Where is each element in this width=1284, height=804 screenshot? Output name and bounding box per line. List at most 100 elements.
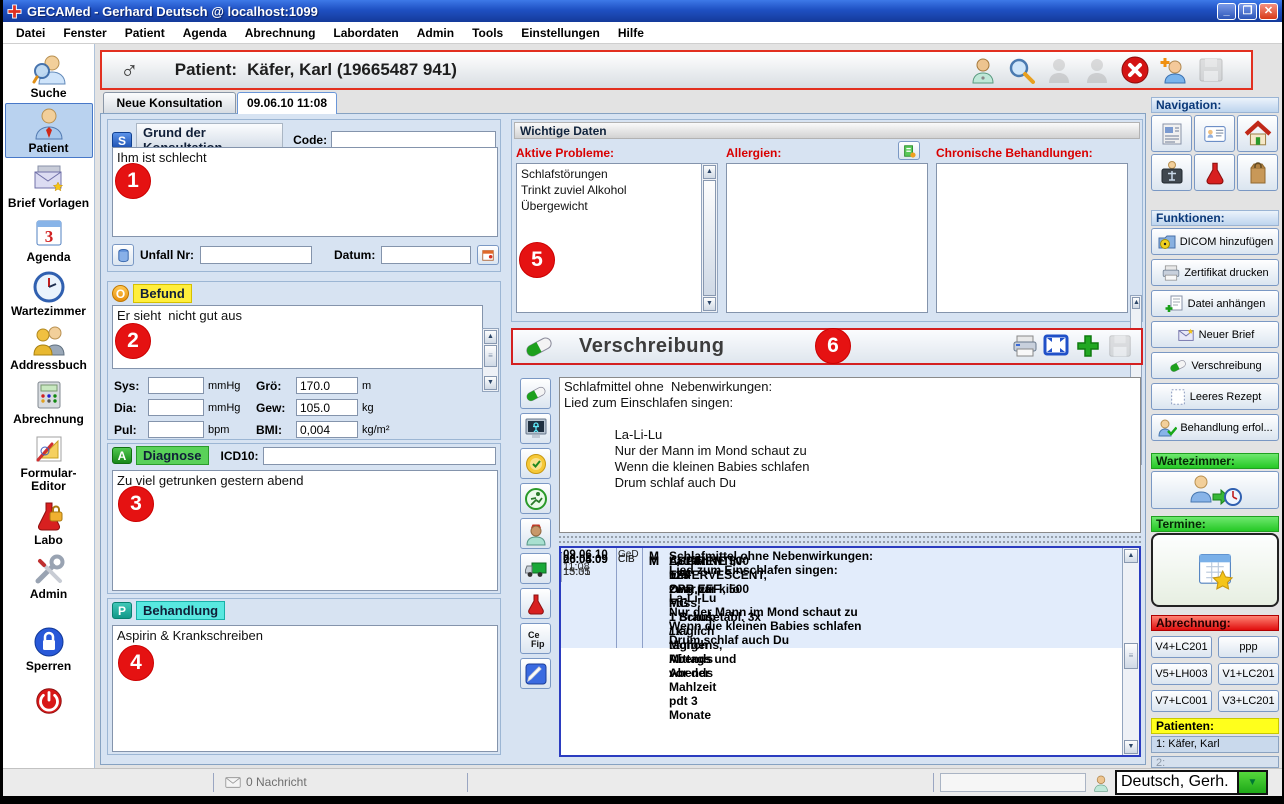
add-entry-button[interactable] [898,141,920,160]
scroll-thumb[interactable]: ≡ [1124,643,1138,669]
message-count[interactable]: 0 Nachricht [225,775,307,789]
certificate-medal-button[interactable] [520,448,551,479]
nav-pharmacy-bag-button[interactable] [1237,154,1278,191]
sidebar-item-abrechnung[interactable]: Abrechnung [5,375,93,428]
verschreibung-button[interactable]: Verschreibung [1151,352,1279,379]
befund-textarea[interactable]: Er sieht nicht gut aus [112,305,483,369]
fullscreen-button[interactable] [1043,333,1071,361]
free-text-pen-button[interactable] [520,658,551,689]
sidebar-item-suche[interactable]: Suche [5,49,93,102]
wartezimmer-button[interactable] [1151,471,1279,509]
transport-truck-button[interactable] [520,553,551,584]
nav-patient-record-button[interactable] [1194,115,1235,152]
split-divider[interactable] [559,536,1141,543]
behandlung-erfolgreich-button[interactable]: Behandlung erfol... [1151,414,1279,441]
add-prescription-button[interactable] [1075,333,1103,361]
close-button[interactable]: ✕ [1259,3,1278,20]
sidebar-item-admin[interactable]: Admin [5,550,93,603]
sidebar-item-sperren[interactable]: Sperren [5,622,93,675]
sys-input[interactable] [148,377,204,394]
sidebar-item-patient[interactable]: Patient [5,103,93,158]
menu-fenster[interactable]: Fenster [54,24,115,42]
befund-scrollbar[interactable]: ▲ ≡ ▼ [482,328,499,392]
menu-tools[interactable]: Tools [463,24,512,42]
icd10-input[interactable] [263,447,496,465]
scroll-up-icon[interactable]: ▲ [703,165,716,179]
cefip-button[interactable]: CeFip [520,623,551,654]
gewicht-input[interactable] [296,399,358,416]
menu-admin[interactable]: Admin [408,24,463,42]
print-button[interactable] [1011,333,1039,361]
scroll-thumb[interactable]: ≡ [484,345,497,367]
laboratory-flask-button[interactable] [520,588,551,619]
unfall-input[interactable] [200,246,312,264]
sidebar-item-addressbuch[interactable]: Addressbuch [5,321,93,374]
sidebar-item-brief-vorlagen[interactable]: Brief Vorlagen [5,159,93,212]
neuer-brief-button[interactable]: Neuer Brief [1151,321,1279,348]
title-bar[interactable]: GECAMed - Gerhard Deutsch @ localhost:10… [3,0,1282,22]
nurse-care-button[interactable] [520,518,551,549]
menu-patient[interactable]: Patient [116,24,174,42]
menu-abrechnung[interactable]: Abrechnung [236,24,325,42]
sidebar-item-wartezimmer[interactable]: Wartezimmer [5,267,93,320]
diagnose-textarea[interactable]: Zu viel getrunken gestern abend [112,470,498,591]
leeres-rezept-button[interactable]: Leeres Rezept [1151,383,1279,410]
scroll-down-icon[interactable]: ▼ [484,376,497,390]
scroll-up-icon[interactable]: ▲ [1132,297,1140,309]
aktive-probleme-list[interactable]: Schlafstörungen Trinkt zuviel Alkohol Üb… [516,163,702,313]
add-patient-button[interactable] [1159,56,1187,84]
table-row[interactable]: 20.04.0913:35 CIB M AUGMENTIN-125 2mg pa… [561,552,562,582]
scroll-up-icon[interactable]: ▲ [484,330,497,344]
nav-xray-button[interactable] [1151,154,1192,191]
sidebar-item-formular-editor[interactable]: Formular-Editor [5,429,93,495]
sidebar-item-labo[interactable]: Labo [5,496,93,549]
termine-button[interactable] [1151,533,1279,607]
grund-textarea[interactable]: Ihm ist schlecht [112,147,498,237]
menu-labordaten[interactable]: Labordaten [324,24,407,42]
chevron-down-icon[interactable]: ▼ [1237,772,1266,793]
dia-input[interactable] [148,399,204,416]
groesse-input[interactable] [296,377,358,394]
minimize-button[interactable]: _ [1217,3,1236,20]
prescription-editor[interactable]: Schlafmittel ohne Nebenwirkungen: Lied z… [559,377,1141,533]
billing-code-button[interactable]: ppp [1218,636,1279,658]
nav-journal-button[interactable] [1151,115,1192,152]
behandlung-textarea[interactable]: Aspirin & Krankschreiben [112,625,498,752]
sidebar-item-agenda[interactable]: 3 Agenda [5,213,93,266]
menu-datei[interactable]: Datei [7,24,54,42]
physiotherapy-button[interactable] [520,483,551,514]
close-patient-button[interactable] [1121,56,1149,84]
sidebar-item-logout[interactable] [5,682,93,719]
doctor-button[interactable] [969,56,997,84]
patient-slot-1[interactable]: 1: Käfer, Karl [1151,736,1279,753]
billing-code-button[interactable]: V4+LC201 [1151,636,1212,658]
patient-slot-2[interactable]: 2: [1151,756,1279,768]
nav-labo-button[interactable] [1194,154,1235,191]
medication-pill-button[interactable] [520,378,551,409]
zertifikat-drucken-button[interactable]: Zertifikat drucken [1151,259,1279,286]
chronische-behandlungen-list[interactable] [936,163,1128,313]
billing-code-button[interactable]: V7+LC001 [1151,690,1212,712]
tab-konsultation-datum[interactable]: 09.06.10 11:08 [237,92,337,114]
calendar-picker-button[interactable] [477,245,499,265]
search-patient-button[interactable] [1007,56,1035,84]
aktive-probleme-scrollbar[interactable]: ▲ ▼ [701,163,718,313]
scroll-up-icon[interactable]: ▲ [1124,549,1138,563]
history-database-button[interactable] [112,244,134,266]
menu-agenda[interactable]: Agenda [174,24,236,42]
billing-code-button[interactable]: V1+LC201 [1218,663,1279,685]
radiology-monitor-button[interactable] [520,413,551,444]
dicom-hinzufuegen-button[interactable]: DICOM hinzufügen [1151,228,1279,255]
menu-einstellungen[interactable]: Einstellungen [512,24,609,42]
scroll-down-icon[interactable]: ▼ [1124,740,1138,754]
history-scrollbar[interactable]: ▲ ≡ ▼ [1122,548,1139,755]
menu-hilfe[interactable]: Hilfe [609,24,653,42]
datum-input[interactable] [381,246,471,264]
restore-button[interactable]: ❐ [1238,3,1257,20]
tab-neue-konsultation[interactable]: Neue Konsultation [103,92,236,114]
user-select[interactable]: Deutsch, Gerh. ▼ [1115,770,1268,795]
status-input[interactable] [940,773,1086,792]
nav-home-button[interactable] [1237,115,1278,152]
scroll-thumb[interactable] [703,180,716,296]
bmi-input[interactable] [296,421,358,438]
